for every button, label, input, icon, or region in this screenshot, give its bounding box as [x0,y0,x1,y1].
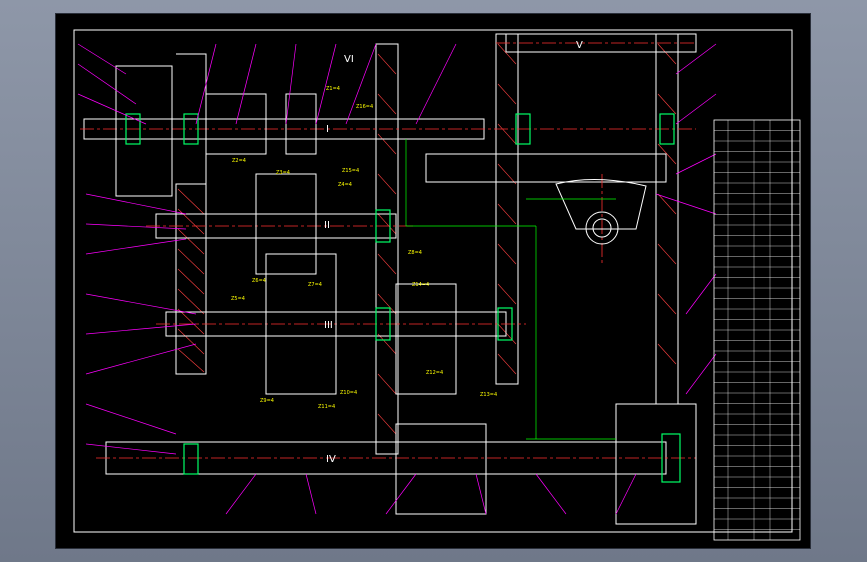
gears [115,65,697,525]
drawing-frame [73,29,793,533]
shaft-label-i: I [326,124,329,135]
shaft-label-iv: IV [326,454,336,465]
gear-label: Z11=4 [318,404,335,410]
gear-label: Z12=4 [426,370,443,376]
gear-label: Z3=4 [276,170,290,176]
drawing-sheet: I II III IV V VI Z1=4 Z2=4 Z3=4 Z4=4 Z5=… [56,14,810,548]
gear-label: Z14=4 [412,282,429,288]
gear-label: Z6=4 [252,278,266,284]
shaft-label-v: V [576,40,583,51]
shaft-v [425,153,667,183]
gear-label: Z13=4 [480,392,497,398]
shaft-label-ii: II [324,220,330,231]
parts-list-table [713,119,801,541]
gear-label: Z4=4 [338,182,352,188]
gear-block-2 [255,173,317,275]
gear-label: Z15=4 [342,168,359,174]
gear-label: Z8=4 [408,250,422,256]
bearing-housing [615,403,697,525]
gear-label: Z5=4 [231,296,245,302]
far-right-wall [655,33,679,405]
shaft-label-iii: III [324,320,333,331]
gear-label: Z2=4 [232,158,246,164]
gear-label: Z1=4 [326,86,340,92]
gear-label: Z9=4 [260,398,274,404]
clutch [285,93,317,155]
gear-annotations: Z1=4 Z2=4 Z3=4 Z4=4 Z5=4 Z6=4 Z7=4 Z8=4 … [231,86,497,410]
gear-block-5 [395,423,487,515]
gearbox-assembly-drawing: I II III IV V VI Z1=4 Z2=4 Z3=4 Z4=4 Z5=… [73,29,801,541]
gear-label: Z10=4 [340,390,357,396]
leader-lines [77,43,717,515]
shaft-label-vi: VI [344,54,354,65]
pulley [115,65,173,197]
right-wall [495,33,519,385]
gear-block-4 [395,283,457,395]
cam-segment [555,179,647,230]
gear-label: Z7=4 [308,282,322,288]
gear-label: Z16=4 [356,104,373,110]
bearings [125,113,681,483]
